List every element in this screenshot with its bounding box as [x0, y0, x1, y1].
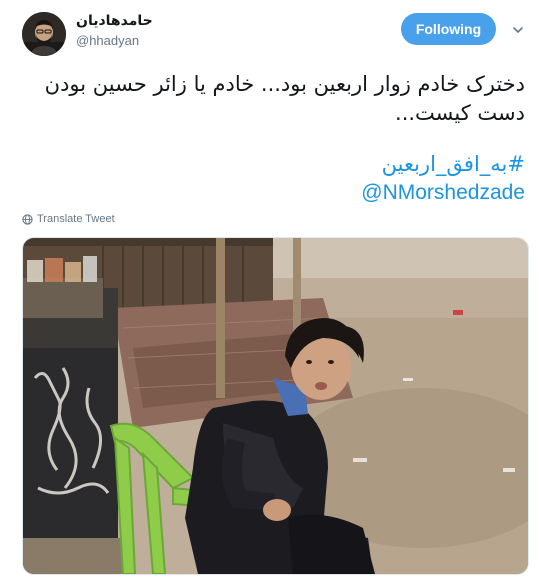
- tweet-text-line-2: دست کیست...: [395, 101, 525, 125]
- translate-tweet-link[interactable]: Translate Tweet: [22, 213, 115, 225]
- photo-girl-on-green-chair: [23, 238, 528, 574]
- following-button[interactable]: Following: [401, 13, 496, 45]
- author-avatar[interactable]: [22, 12, 66, 56]
- translate-tweet-label: Translate Tweet: [37, 213, 115, 225]
- avatar-image: [22, 12, 66, 56]
- chevron-down-icon[interactable]: [511, 22, 525, 36]
- author-display-name[interactable]: حامدهادیان: [76, 13, 153, 29]
- mention-link[interactable]: @NMorshedzade: [361, 181, 525, 205]
- hashtag-link[interactable]: #به_افق_اربعین: [382, 152, 525, 176]
- globe-icon: [22, 213, 33, 225]
- author-handle[interactable]: @hhadyan: [76, 33, 139, 48]
- tweet-text-line-1: دخترک خادم زوار اربعین بود... خادم یا زا…: [44, 72, 525, 96]
- tweet-photo[interactable]: [22, 237, 529, 575]
- tweet-text: دخترک خادم زوار اربعین بود... خادم یا زا…: [22, 70, 525, 128]
